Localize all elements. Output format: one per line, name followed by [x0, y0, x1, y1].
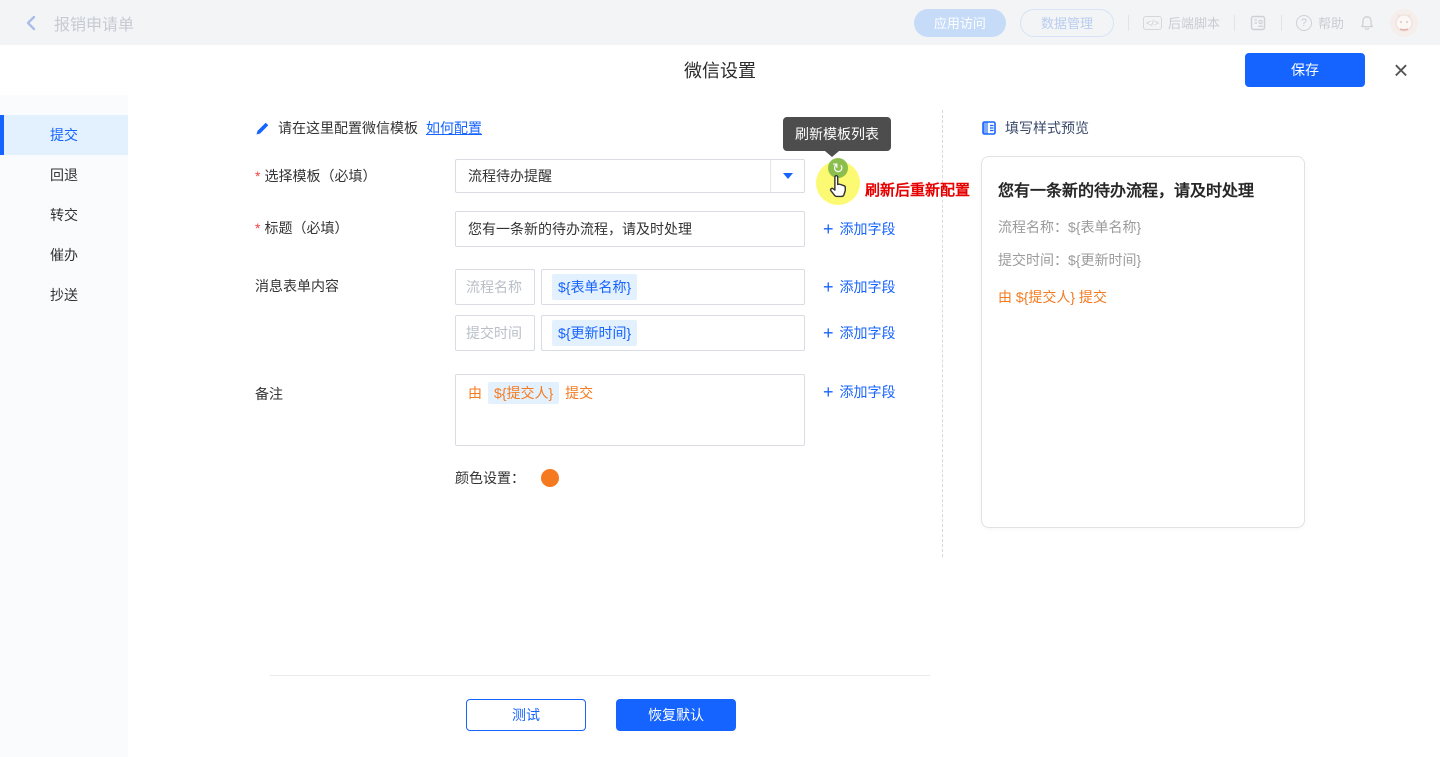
- topbar: 报销申请单 应用访问 数据管理 </> 后端脚本 ? 帮助: [0, 0, 1440, 45]
- help-button[interactable]: ? 帮助: [1296, 13, 1344, 32]
- add-field-label: 添加字段: [840, 211, 896, 247]
- user-avatar[interactable]: [1390, 9, 1418, 37]
- add-field-label: 添加字段: [840, 315, 896, 351]
- pencil-icon: [255, 121, 270, 136]
- test-button[interactable]: 测试: [466, 699, 586, 731]
- plus-icon: +: [823, 324, 834, 342]
- bell-icon: [1358, 14, 1376, 32]
- preview-line: 提交时间：${更新时间}: [998, 250, 1288, 270]
- plus-icon: +: [823, 220, 834, 238]
- topbar-separator: [1281, 15, 1282, 31]
- add-field-label: 添加字段: [840, 374, 896, 410]
- modal-title: 微信设置: [684, 57, 756, 83]
- sidebar-item-submit[interactable]: 提交: [0, 115, 128, 155]
- chevron-down-icon: [770, 160, 804, 192]
- contacts-icon: [1249, 14, 1267, 32]
- config-hint-text: 请在这里配置微信模板: [278, 118, 418, 138]
- contacts-button[interactable]: [1249, 14, 1267, 32]
- template-label: *选择模板（必填）: [255, 159, 455, 193]
- back-chevron-icon: [22, 14, 40, 32]
- footer-buttons: 测试 恢复默认: [466, 699, 736, 731]
- modal-header: 微信设置 保存 ×: [0, 45, 1440, 95]
- required-mark: *: [255, 220, 260, 236]
- field-token-chip[interactable]: ${更新时间}: [552, 320, 637, 346]
- preview-title: 您有一条新的待办流程，请及时处理: [998, 177, 1288, 201]
- notifications-button[interactable]: [1358, 14, 1376, 32]
- color-row: 颜色设置：: [455, 468, 942, 488]
- cursor-hand-icon: [826, 173, 852, 199]
- remark-row: 备注 由 ${提交人} 提交 + 添加字段: [255, 374, 942, 446]
- reset-default-button[interactable]: 恢复默认: [616, 699, 736, 731]
- content-sub-row: 提交时间 ${更新时间} + 添加字段: [455, 315, 896, 351]
- code-icon: </>: [1143, 16, 1162, 30]
- required-mark: *: [255, 168, 260, 184]
- content-row: 消息表单内容 流程名称 ${表单名称} + 添加字段 提交时间 ${更新时间}: [255, 269, 942, 351]
- template-select-value: 流程待办提醒: [456, 166, 770, 186]
- preview-card: 您有一条新的待办流程，请及时处理 流程名称：${表单名称} 提交时间：${更新时…: [981, 156, 1305, 528]
- content-value-input[interactable]: ${更新时间}: [541, 315, 805, 351]
- add-field-label: 添加字段: [840, 269, 896, 305]
- topbar-separator: [1128, 15, 1129, 31]
- backend-script-button[interactable]: </> 后端脚本: [1143, 13, 1220, 32]
- data-manage-button[interactable]: 数据管理: [1020, 9, 1114, 37]
- modal-body: 提交 回退 转交 催办 抄送 请在这里配置微信模板 如何配置 *选择模板（必填）…: [0, 95, 1440, 757]
- sidebar-item-return[interactable]: 回退: [0, 155, 128, 195]
- color-label: 颜色设置：: [455, 468, 525, 488]
- field-token-chip[interactable]: ${表单名称}: [552, 274, 637, 300]
- form-name: 报销申请单: [54, 11, 134, 35]
- content-key-input[interactable]: 流程名称: [455, 269, 535, 305]
- remark-prefix: 由: [468, 385, 482, 401]
- sidebar: 提交 回退 转交 催办 抄送: [0, 95, 128, 757]
- title-row: *标题（必填） 您有一条新的待办流程，请及时处理 + 添加字段: [255, 211, 942, 247]
- add-field-button[interactable]: + 添加字段: [823, 269, 896, 305]
- remark-input[interactable]: 由 ${提交人} 提交: [455, 374, 805, 446]
- preview-header: 填写样式预览: [981, 118, 1440, 138]
- template-select[interactable]: 流程待办提醒: [455, 159, 805, 193]
- preview-footer: 由 ${提交人} 提交: [998, 287, 1288, 307]
- footer-divider: [270, 675, 930, 676]
- backend-script-label: 后端脚本: [1168, 13, 1220, 32]
- preview-doc-icon: [981, 120, 997, 136]
- preview-panel: 填写样式预览 您有一条新的待办流程，请及时处理 流程名称：${表单名称} 提交时…: [943, 95, 1440, 528]
- color-swatch[interactable]: [541, 469, 559, 487]
- app-access-button[interactable]: 应用访问: [914, 9, 1006, 37]
- content-value-input[interactable]: ${表单名称}: [541, 269, 805, 305]
- avatar-cat-icon: [1392, 11, 1416, 35]
- close-icon[interactable]: ×: [1384, 53, 1418, 87]
- sidebar-item-transfer[interactable]: 转交: [0, 195, 128, 235]
- preview-line: 流程名称：${表单名称}: [998, 217, 1288, 237]
- content-key-input[interactable]: 提交时间: [455, 315, 535, 351]
- back-button[interactable]: 报销申请单: [22, 11, 134, 35]
- title-label: *标题（必填）: [255, 211, 455, 245]
- remark-suffix: 提交: [565, 385, 593, 401]
- annotation-text: 刷新后重新配置: [865, 179, 970, 200]
- title-input[interactable]: 您有一条新的待办流程，请及时处理: [455, 211, 805, 247]
- how-to-config-link[interactable]: 如何配置: [426, 118, 482, 138]
- remark-label: 备注: [255, 374, 455, 404]
- add-field-button[interactable]: + 添加字段: [823, 211, 896, 247]
- sidebar-item-cc[interactable]: 抄送: [0, 275, 128, 315]
- topbar-separator: [1234, 15, 1235, 31]
- add-field-button[interactable]: + 添加字段: [823, 315, 896, 351]
- save-button[interactable]: 保存: [1245, 53, 1365, 87]
- field-token-chip[interactable]: ${提交人}: [488, 382, 559, 404]
- plus-icon: +: [823, 278, 834, 296]
- add-field-button[interactable]: + 添加字段: [823, 374, 896, 410]
- refresh-tooltip: 刷新模板列表: [783, 117, 891, 151]
- wechat-template-form: 请在这里配置微信模板 如何配置 *选择模板（必填） 流程待办提醒 *标题（必填）…: [128, 95, 942, 757]
- help-icon: ?: [1296, 15, 1312, 31]
- help-label: 帮助: [1318, 13, 1344, 32]
- preview-header-label: 填写样式预览: [1005, 118, 1089, 138]
- content-sub-row: 流程名称 ${表单名称} + 添加字段: [455, 269, 896, 305]
- sidebar-item-urge[interactable]: 催办: [0, 235, 128, 275]
- content-label: 消息表单内容: [255, 269, 455, 303]
- plus-icon: +: [823, 383, 834, 401]
